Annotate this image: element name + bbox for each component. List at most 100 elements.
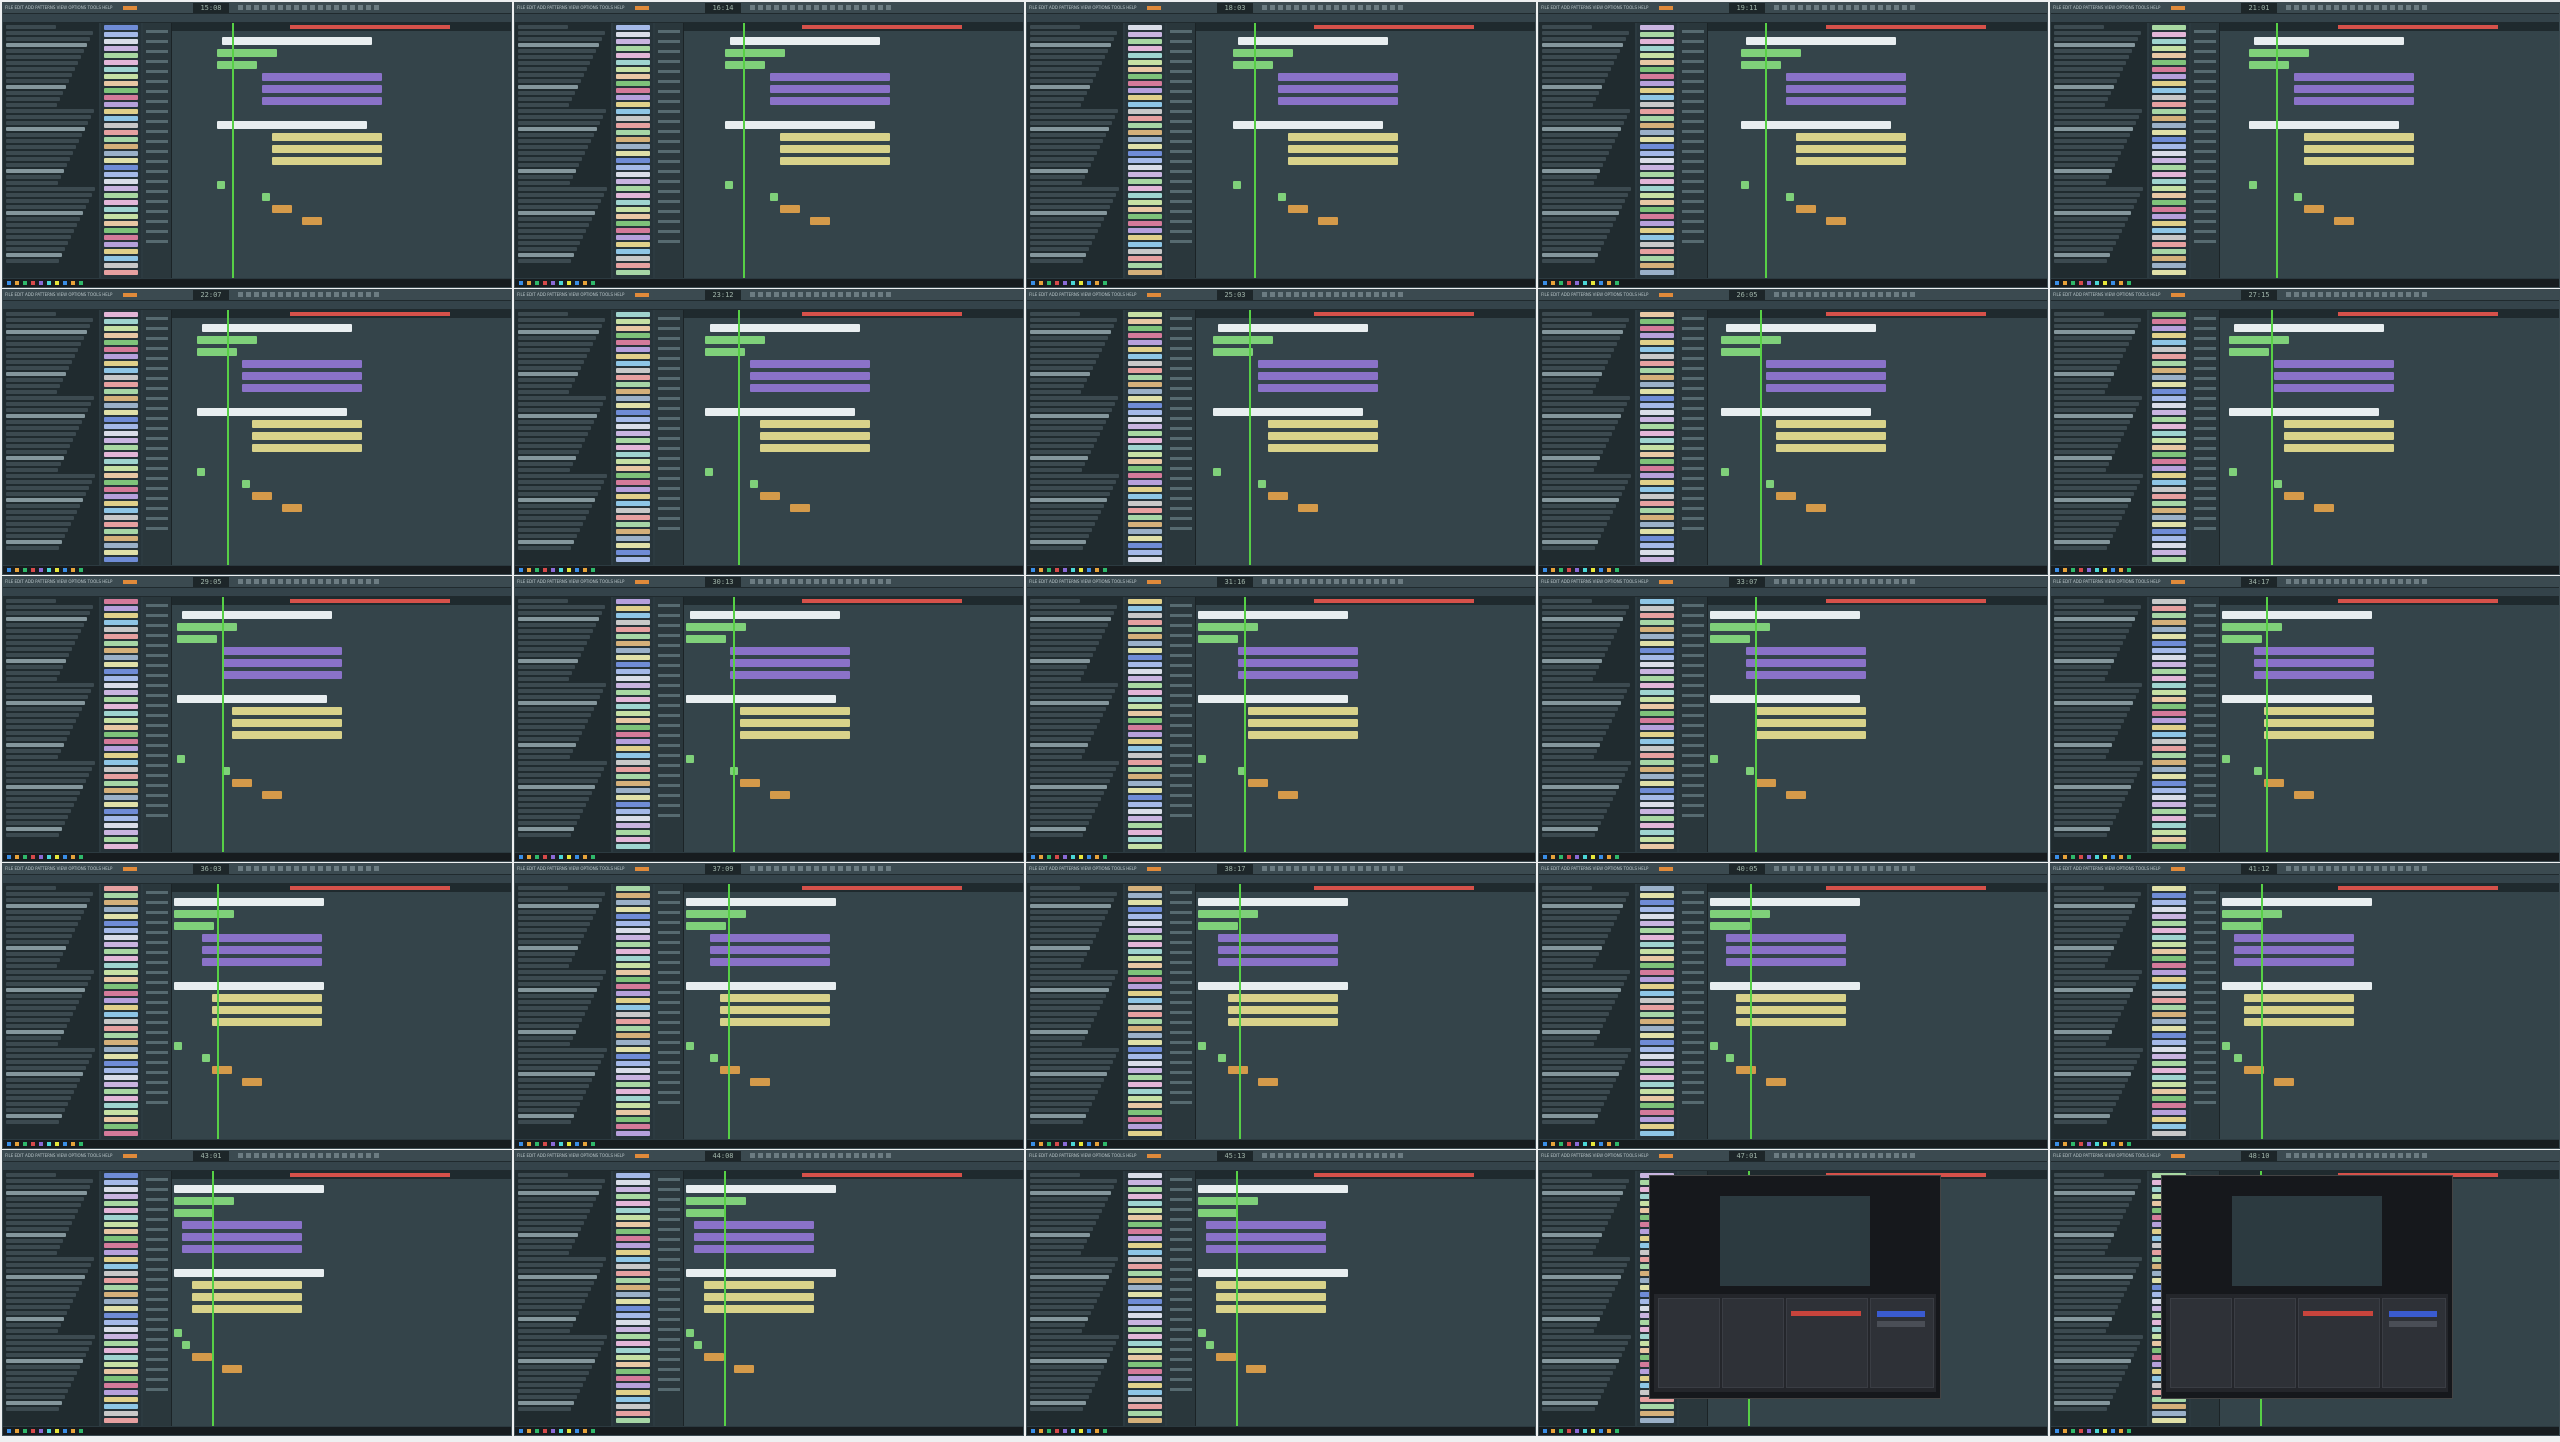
browser-item[interactable] xyxy=(2054,827,2110,831)
track-label[interactable] xyxy=(1170,1368,1192,1371)
toolbar-tool-icon[interactable] xyxy=(1814,866,1819,871)
channel-button[interactable] xyxy=(104,907,138,912)
track-label[interactable] xyxy=(1170,1081,1192,1084)
channel-button[interactable] xyxy=(616,956,650,961)
channel-button[interactable] xyxy=(1128,1369,1162,1374)
channel-button[interactable] xyxy=(1128,977,1162,982)
channel-button[interactable] xyxy=(616,25,650,30)
playlist-clip[interactable] xyxy=(1268,432,1378,440)
channel-button[interactable] xyxy=(104,1327,138,1332)
track-label[interactable] xyxy=(658,644,680,647)
track-label[interactable] xyxy=(146,1338,168,1341)
playlist-clip[interactable] xyxy=(1826,217,1846,225)
track-label[interactable] xyxy=(1682,190,1704,193)
channel-button[interactable] xyxy=(616,942,650,947)
toolbar-tool-icon[interactable] xyxy=(830,1153,835,1158)
playlist-clip[interactable] xyxy=(1258,372,1378,380)
browser-item[interactable] xyxy=(518,701,597,705)
browser-item[interactable] xyxy=(1542,259,1595,263)
channel-button[interactable] xyxy=(104,466,138,471)
main-menu-bar[interactable]: FILE EDIT ADD PATTERNS VIEW OPTIONS TOOL… xyxy=(517,865,624,873)
toolbar-tool-icon[interactable] xyxy=(2334,292,2339,297)
browser-item[interactable] xyxy=(2054,1000,2127,1004)
track-label[interactable] xyxy=(1170,437,1192,440)
browser-item[interactable] xyxy=(1542,97,1596,101)
browser-item[interactable] xyxy=(1542,886,1592,890)
toolbar-tool-icon[interactable] xyxy=(1358,5,1363,10)
track-label[interactable] xyxy=(1170,794,1192,797)
browser-item[interactable] xyxy=(1542,1209,1614,1213)
browser-item[interactable] xyxy=(1030,420,1106,424)
track-label[interactable] xyxy=(658,1308,680,1311)
browser-item[interactable] xyxy=(518,1227,581,1231)
track-label[interactable] xyxy=(2194,210,2216,213)
browser-item[interactable] xyxy=(1542,402,1627,406)
channel-button[interactable] xyxy=(2152,1054,2186,1059)
playlist-clip[interactable] xyxy=(1766,1078,1786,1086)
browser-item[interactable] xyxy=(1030,1078,1104,1082)
browser-item[interactable] xyxy=(1030,904,1111,908)
taskbar-app-icon[interactable] xyxy=(519,855,523,859)
channel-button[interactable] xyxy=(2152,424,2186,429)
playlist-clip[interactable] xyxy=(1746,647,1866,655)
browser-item[interactable] xyxy=(6,259,59,263)
channel-button[interactable] xyxy=(616,354,650,359)
toolbar-tool-icon[interactable] xyxy=(2390,866,2395,871)
taskbar-app-icon[interactable] xyxy=(47,568,51,572)
browser-item[interactable] xyxy=(1542,1269,1624,1273)
channel-button[interactable] xyxy=(2152,221,2186,226)
channel-button[interactable] xyxy=(104,67,138,72)
browser-item[interactable] xyxy=(2054,1173,2104,1177)
track-label[interactable] xyxy=(2194,447,2216,450)
taskbar-app-icon[interactable] xyxy=(583,568,587,572)
browser-item[interactable] xyxy=(1030,121,1112,125)
taskbar-app-icon[interactable] xyxy=(2119,568,2123,572)
playlist-clip[interactable] xyxy=(1248,779,1268,787)
browser-item[interactable] xyxy=(6,384,60,388)
playlist-clip[interactable] xyxy=(252,492,272,500)
browser-item[interactable] xyxy=(518,1018,582,1022)
channel-button[interactable] xyxy=(2152,459,2186,464)
toolbar-tool-icon[interactable] xyxy=(262,292,267,297)
playlist-clip[interactable] xyxy=(2274,384,2394,392)
browser-item[interactable] xyxy=(6,1263,91,1267)
toolbar-tool-icon[interactable] xyxy=(854,866,859,871)
browser-item[interactable] xyxy=(518,611,602,615)
toolbar-tool-icon[interactable] xyxy=(1318,5,1323,10)
taskbar-app-icon[interactable] xyxy=(1103,568,1107,572)
playlist-clip[interactable] xyxy=(2254,767,2262,775)
browser-item[interactable] xyxy=(6,1311,67,1315)
taskbar-app-icon[interactable] xyxy=(1607,855,1611,859)
channel-button[interactable] xyxy=(2152,165,2186,170)
pattern-button[interactable] xyxy=(1659,867,1673,871)
playlist-clip[interactable] xyxy=(686,1185,836,1193)
track-label[interactable] xyxy=(146,694,168,697)
channel-button[interactable] xyxy=(1128,781,1162,786)
toolbar-tool-icon[interactable] xyxy=(1302,866,1307,871)
toolbar-tool-icon[interactable] xyxy=(1870,579,1875,584)
browser-item[interactable] xyxy=(518,1299,585,1303)
channel-button[interactable] xyxy=(2152,256,2186,261)
channel-button[interactable] xyxy=(104,480,138,485)
channel-button[interactable] xyxy=(2152,368,2186,373)
browser-item[interactable] xyxy=(6,1215,75,1219)
browser-item[interactable] xyxy=(1542,761,1631,765)
channel-button[interactable] xyxy=(1128,102,1162,107)
taskbar-app-icon[interactable] xyxy=(1599,281,1603,285)
taskbar-app-icon[interactable] xyxy=(527,281,531,285)
track-label[interactable] xyxy=(2194,60,2216,63)
playlist-clip[interactable] xyxy=(686,635,726,643)
track-label[interactable] xyxy=(1682,754,1704,757)
track-label[interactable] xyxy=(146,170,168,173)
track-label[interactable] xyxy=(658,1268,680,1271)
browser-item[interactable] xyxy=(1030,97,1084,101)
channel-button[interactable] xyxy=(1128,774,1162,779)
toolbar-tool-icon[interactable] xyxy=(886,866,891,871)
channel-button[interactable] xyxy=(616,102,650,107)
timeline-ruler[interactable] xyxy=(1196,1171,1535,1179)
channel-button[interactable] xyxy=(104,1194,138,1199)
browser-item[interactable] xyxy=(6,55,81,59)
browser-item[interactable] xyxy=(1030,976,1115,980)
toolbar-tool-icon[interactable] xyxy=(310,866,315,871)
channel-button[interactable] xyxy=(2152,1404,2186,1409)
